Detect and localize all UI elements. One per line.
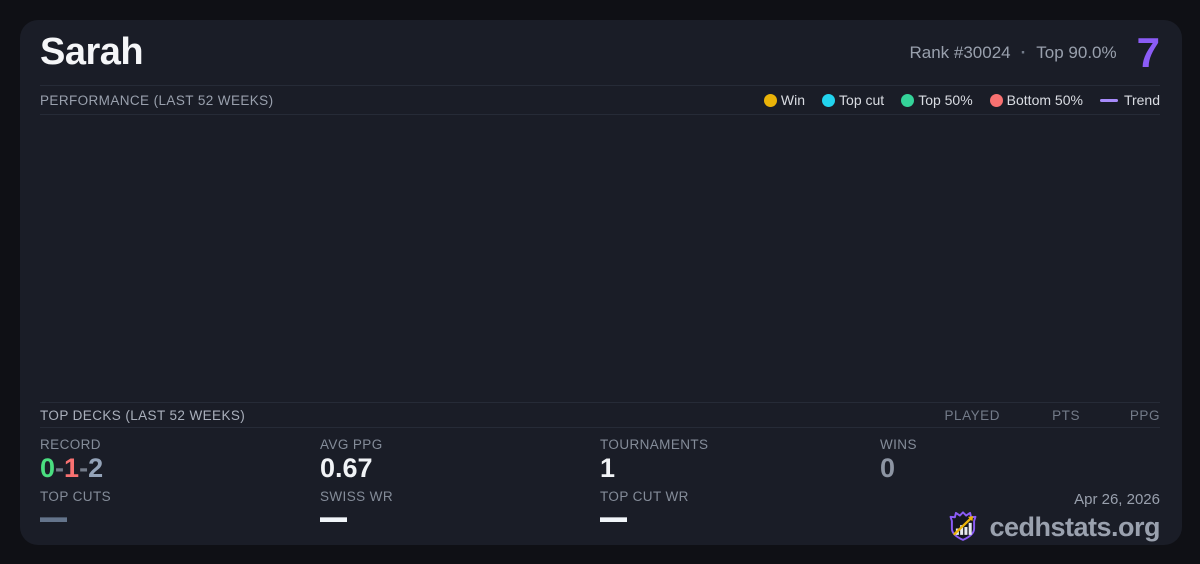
stat-record: RECORD 0-1-2 bbox=[40, 437, 320, 489]
top-decks-header-row: TOP DECKS (LAST 52 WEEKS) PLAYED PTS PPG bbox=[40, 402, 1160, 428]
record-value: 0-1-2 bbox=[40, 453, 320, 484]
performance-header-row: PERFORMANCE (LAST 52 WEEKS) Win Top cut … bbox=[40, 86, 1160, 115]
card-header: Sarah Rank #30024 · Top 90.0% 7 bbox=[40, 20, 1160, 86]
stat-tournaments: TOURNAMENTS 1 bbox=[600, 437, 880, 489]
record-wins: 0 bbox=[40, 453, 56, 483]
swiss-wr-label: SWISS WR bbox=[320, 489, 393, 504]
stats-grid: RECORD 0-1-2 AVG PPG 0.67 TOURNAMENTS 1 … bbox=[40, 428, 1160, 545]
performance-chart-area bbox=[40, 115, 1160, 402]
performance-title: PERFORMANCE (LAST 52 WEEKS) bbox=[40, 92, 274, 108]
avg-ppg-label: AVG PPG bbox=[320, 437, 383, 452]
record-sep-2: - bbox=[79, 453, 89, 483]
legend-trend-label: Trend bbox=[1123, 92, 1160, 108]
brand-row: cedhstats.org bbox=[880, 509, 1160, 545]
legend-top-cut-label: Top cut bbox=[839, 92, 885, 108]
swiss-wr-value: — bbox=[320, 503, 347, 533]
legend-item-top-50: Top 50% bbox=[901, 92, 973, 108]
record-draws: 2 bbox=[88, 453, 104, 483]
stat-wins: WINS 0 bbox=[880, 437, 1160, 489]
cedhstats-logo-icon bbox=[945, 509, 981, 545]
record-label: RECORD bbox=[40, 437, 101, 452]
brand-name: cedhstats.org bbox=[989, 511, 1160, 542]
rank-separator: · bbox=[1020, 42, 1027, 62]
stat-swiss-wr: SWISS WR — bbox=[320, 489, 600, 545]
top-cuts-label: TOP CUTS bbox=[40, 489, 112, 504]
tournaments-label: TOURNAMENTS bbox=[600, 437, 709, 452]
rank-group: Rank #30024 · Top 90.0% 7 bbox=[909, 28, 1160, 76]
points-value: 7 bbox=[1136, 28, 1160, 76]
top-50-dot-icon bbox=[901, 93, 915, 107]
top-cuts-value: — bbox=[40, 503, 67, 533]
column-header-ppg: PPG bbox=[1129, 407, 1160, 423]
rank-label: Rank #30024 bbox=[909, 42, 1011, 62]
stat-top-cuts: TOP CUTS — bbox=[40, 489, 320, 545]
wins-value: 0 bbox=[880, 453, 896, 483]
top-cut-wr-value: — bbox=[600, 503, 627, 533]
column-header-pts: PTS bbox=[1052, 407, 1080, 423]
trend-line-icon bbox=[1099, 98, 1118, 102]
chart-legend: Win Top cut Top 50% Bottom 50% Trend bbox=[763, 92, 1160, 108]
footer: Apr 26, 2026 cedhstats.org bbox=[880, 489, 1160, 545]
legend-item-bottom-50: Bottom 50% bbox=[989, 92, 1083, 108]
record-losses: 1 bbox=[64, 453, 80, 483]
player-stats-card: Sarah Rank #30024 · Top 90.0% 7 PERFORMA… bbox=[20, 20, 1182, 545]
legend-top-50-label: Top 50% bbox=[918, 92, 973, 108]
legend-item-win: Win bbox=[763, 92, 806, 108]
avg-ppg-value: 0.67 bbox=[320, 453, 373, 483]
tournaments-value: 1 bbox=[600, 453, 616, 483]
stat-avg-ppg: AVG PPG 0.67 bbox=[320, 437, 600, 489]
win-dot-icon bbox=[763, 93, 777, 107]
stat-top-cut-wr: TOP CUT WR — bbox=[600, 489, 880, 545]
column-header-played: PLAYED bbox=[944, 407, 1000, 423]
player-name: Sarah bbox=[40, 31, 144, 73]
top-cut-dot-icon bbox=[822, 93, 836, 107]
legend-win-label: Win bbox=[780, 92, 806, 108]
legend-bottom-50-label: Bottom 50% bbox=[1006, 92, 1083, 108]
record-sep-1: - bbox=[55, 453, 65, 483]
legend-item-trend: Trend bbox=[1099, 92, 1160, 108]
report-date: Apr 26, 2026 bbox=[1074, 491, 1160, 508]
top-percent-label: Top 90.0% bbox=[1036, 42, 1117, 62]
legend-item-top-cut: Top cut bbox=[822, 92, 884, 108]
top-cut-wr-label: TOP CUT WR bbox=[600, 489, 689, 504]
wins-label: WINS bbox=[880, 437, 917, 452]
bottom-50-dot-icon bbox=[989, 93, 1003, 107]
top-decks-title: TOP DECKS (LAST 52 WEEKS) bbox=[40, 407, 246, 423]
